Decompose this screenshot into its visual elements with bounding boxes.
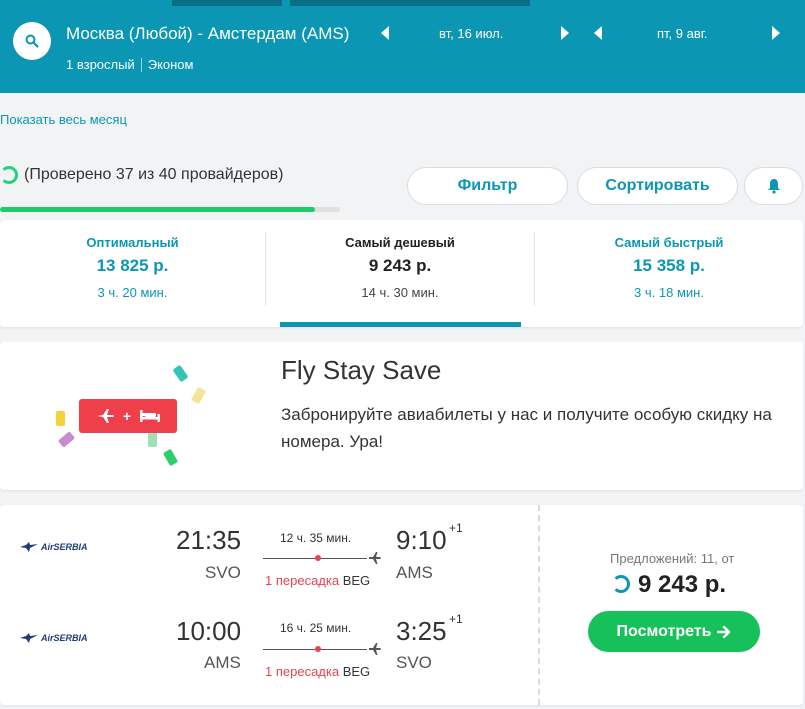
stop-airport: BEG: [342, 664, 371, 679]
header-tab-indicator: [172, 0, 282, 6]
passenger-cabin-selector[interactable]: 1 взрослый Эконом: [66, 57, 193, 72]
arrival-airport: AMS: [396, 563, 433, 582]
search-button[interactable]: [13, 22, 51, 60]
prev-depart-date-arrow[interactable]: [381, 26, 389, 40]
ticket-divider: [538, 505, 540, 705]
arrival-airport: SVO: [396, 653, 432, 672]
arrival-time: 3:25: [396, 616, 447, 646]
provider-progress: (Проверено 37 из 40 провайдеров): [0, 166, 284, 184]
airplane-icon: [96, 409, 114, 423]
airline-logo: AirSERBIA: [20, 542, 88, 552]
promo-title: Fly Stay Save: [281, 355, 442, 385]
filter-button[interactable]: Фильтр: [407, 167, 568, 205]
tab-price: 9 243 р.: [368, 256, 432, 275]
result-price: 9 243 р.: [638, 571, 727, 598]
airline-name: AirSERBIA: [41, 542, 88, 552]
tab-title: Оптимальный: [86, 235, 179, 250]
stops-info: 1 пересадка BEG: [265, 664, 370, 679]
confetti-decoration: [148, 432, 157, 447]
route-title[interactable]: Москва (Любой) - Амстердам (AMS): [66, 24, 349, 44]
tab-title: Самый дешевый: [345, 235, 455, 250]
tab-duration: 3 ч. 20 мин.: [97, 285, 168, 300]
progress-bar: [0, 207, 340, 212]
arrival-time: 9:10: [396, 525, 447, 555]
divider: [140, 57, 142, 72]
prev-return-date-arrow[interactable]: [594, 26, 602, 40]
departure-time: 21:35: [176, 525, 242, 555]
search-icon: [25, 34, 39, 48]
arrow-right-icon: [717, 625, 731, 638]
bell-icon: [767, 179, 780, 194]
sort-button[interactable]: Сортировать: [577, 167, 738, 205]
loading-spinner-icon: [612, 575, 630, 593]
tab-optimal[interactable]: Оптимальный 13 825 р. 3 ч. 20 мин.: [0, 220, 265, 327]
next-depart-date-arrow[interactable]: [561, 26, 569, 40]
departure-time: 10:00: [176, 616, 242, 646]
progress-text: (Проверено 37 из 40 провайдеров): [24, 166, 284, 183]
price-alert-button[interactable]: [744, 167, 803, 205]
departure-airport: SVO: [205, 563, 241, 582]
search-header: Москва (Любой) - Амстердам (AMS) 1 взрос…: [0, 0, 805, 93]
tab-price: 13 825 р.: [96, 256, 169, 275]
view-deal-button[interactable]: Посмотреть: [588, 611, 760, 652]
airplane-icon: [369, 643, 381, 655]
tab-price: 15 358 р.: [633, 256, 705, 275]
arrival-day-offset: +1: [449, 612, 463, 626]
stop-airport: BEG: [342, 573, 371, 588]
tab-duration: 14 ч. 30 мин.: [361, 285, 439, 300]
departure-airport: AMS: [204, 653, 241, 672]
tab-title: Самый быстрый: [614, 235, 724, 250]
next-return-date-arrow[interactable]: [772, 26, 780, 40]
tab-cheapest[interactable]: Самый дешевый 9 243 р. 14 ч. 30 мин.: [266, 220, 534, 327]
flight-duration: 12 ч. 35 мин.: [280, 531, 352, 545]
airserbia-logo-icon: [20, 542, 38, 552]
airplane-icon: [369, 552, 381, 564]
view-deal-label: Посмотреть: [616, 622, 712, 640]
stop-dot: [315, 646, 321, 652]
tab-fastest[interactable]: Самый быстрый 15 358 р. 3 ч. 18 мин.: [535, 220, 803, 327]
airserbia-logo-icon: [20, 633, 38, 643]
bed-icon: [140, 410, 161, 422]
flight-hotel-badge: +: [79, 399, 177, 433]
show-whole-month-link[interactable]: Показать весь месяц: [0, 112, 127, 127]
header-tab-indicator: [290, 0, 530, 6]
tab-duration: 3 ч. 18 мин.: [634, 285, 704, 300]
return-date[interactable]: пт, 9 авг.: [657, 26, 708, 41]
confetti-decoration: [56, 411, 65, 426]
plus-sign: +: [122, 408, 132, 424]
airline-logo: AirSERBIA: [20, 633, 88, 643]
stops-count: 1 пересадка: [265, 664, 340, 679]
stop-dot: [315, 555, 321, 561]
cabin-class: Эконом: [147, 57, 194, 72]
sort-tabs: Оптимальный 13 825 р. 3 ч. 20 мин. Самый…: [0, 220, 803, 327]
promo-text: Забронируйте авиабилеты у нас и получите…: [281, 405, 772, 451]
progress-bar-fill: [0, 207, 315, 212]
stops-info: 1 пересадка BEG: [265, 573, 370, 588]
flight-duration: 16 ч. 25 мин.: [280, 621, 352, 635]
depart-date[interactable]: вт, 16 июл.: [439, 26, 503, 41]
offers-count: Предложений: 11, от: [610, 551, 735, 566]
active-tab-indicator: [280, 322, 521, 327]
passenger-count: 1 взрослый: [66, 57, 135, 72]
stops-count: 1 пересадка: [265, 573, 340, 588]
loading-spinner-icon: [0, 166, 18, 184]
arrival-day-offset: +1: [449, 521, 463, 535]
airline-name: AirSERBIA: [41, 633, 88, 643]
